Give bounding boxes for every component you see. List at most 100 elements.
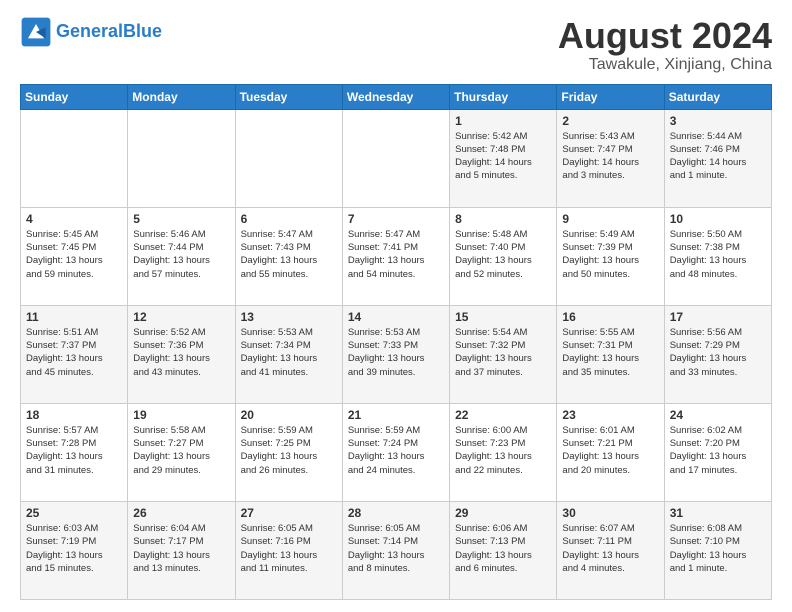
page: GeneralBlue August 2024 Tawakule, Xinjia… xyxy=(0,0,792,612)
calendar-day-header: Monday xyxy=(128,84,235,109)
calendar-cell: 14 Sunrise: 5:53 AM Sunset: 7:33 PM Dayli… xyxy=(342,305,449,403)
calendar-cell: 20Sunrise: 5:59 AM Sunset: 7:25 PM Dayli… xyxy=(235,403,342,501)
day-number: 19 xyxy=(133,408,229,422)
title-block: August 2024 Tawakule, Xinjiang, China xyxy=(558,16,772,74)
calendar-day-header: Friday xyxy=(557,84,664,109)
day-number: 16 xyxy=(562,310,658,324)
day-info: Sunrise: 5:43 AM Sunset: 7:47 PM Dayligh… xyxy=(562,130,658,183)
calendar-week-row: 18 Sunrise: 5:57 AM Sunset: 7:28 PM Dayli… xyxy=(21,403,772,501)
calendar-cell: 12 Sunrise: 5:52 AM Sunset: 7:36 PM Dayli… xyxy=(128,305,235,403)
day-info: Sunrise: 5:53 AM Sunset: 7:34 PM Dayligh… xyxy=(241,326,337,379)
day-info: Sunrise: 5:50 AM Sunset: 7:38 PM Dayligh… xyxy=(670,228,766,281)
calendar-day-header: Tuesday xyxy=(235,84,342,109)
day-info: Sunrise: 5:52 AM Sunset: 7:36 PM Dayligh… xyxy=(133,326,229,379)
day-number: 18 xyxy=(26,408,122,422)
calendar-cell: 11 Sunrise: 5:51 AM Sunset: 7:37 PM Dayli… xyxy=(21,305,128,403)
calendar-week-row: 4 Sunrise: 5:45 AM Sunset: 7:45 PM Daylig… xyxy=(21,207,772,305)
header: GeneralBlue August 2024 Tawakule, Xinjia… xyxy=(20,16,772,74)
day-info: Sunrise: 5:42 AM Sunset: 7:48 PM Dayligh… xyxy=(455,130,551,183)
logo-blue: Blue xyxy=(123,21,162,41)
calendar-day-header: Sunday xyxy=(21,84,128,109)
calendar-cell: 2 Sunrise: 5:43 AM Sunset: 7:47 PM Daylig… xyxy=(557,109,664,207)
day-info: Sunrise: 6:08 AM Sunset: 7:10 PM Dayligh… xyxy=(670,522,766,575)
day-number: 3 xyxy=(670,114,766,128)
day-number: 10 xyxy=(670,212,766,226)
calendar-cell: 3 Sunrise: 5:44 AM Sunset: 7:46 PM Daylig… xyxy=(664,109,771,207)
day-number: 12 xyxy=(133,310,229,324)
day-number: 23 xyxy=(562,408,658,422)
day-number: 26 xyxy=(133,506,229,520)
day-info: Sunrise: 6:05 AM Sunset: 7:14 PM Dayligh… xyxy=(348,522,444,575)
day-info: Sunrise: 5:56 AM Sunset: 7:29 PM Dayligh… xyxy=(670,326,766,379)
calendar-cell: 28 Sunrise: 6:05 AM Sunset: 7:14 PM Dayli… xyxy=(342,501,449,599)
day-number: 22 xyxy=(455,408,551,422)
calendar-cell xyxy=(235,109,342,207)
calendar-cell: 22 Sunrise: 6:00 AM Sunset: 7:23 PM Dayli… xyxy=(450,403,557,501)
day-number: 28 xyxy=(348,506,444,520)
day-info: Sunrise: 5:47 AM Sunset: 7:43 PM Dayligh… xyxy=(241,228,337,281)
calendar-cell: 13 Sunrise: 5:53 AM Sunset: 7:34 PM Dayli… xyxy=(235,305,342,403)
day-info: Sunrise: 6:00 AM Sunset: 7:23 PM Dayligh… xyxy=(455,424,551,477)
day-number: 9 xyxy=(562,212,658,226)
calendar-cell: 23 Sunrise: 6:01 AM Sunset: 7:21 PM Dayli… xyxy=(557,403,664,501)
calendar-day-header: Wednesday xyxy=(342,84,449,109)
day-info: Sunrise: 5:44 AM Sunset: 7:46 PM Dayligh… xyxy=(670,130,766,183)
day-info: Sunrise: 5:54 AM Sunset: 7:32 PM Dayligh… xyxy=(455,326,551,379)
calendar-cell: 4 Sunrise: 5:45 AM Sunset: 7:45 PM Daylig… xyxy=(21,207,128,305)
calendar-cell: 30Sunrise: 6:07 AM Sunset: 7:11 PM Dayli… xyxy=(557,501,664,599)
calendar-cell: 9Sunrise: 5:49 AM Sunset: 7:39 PM Daylig… xyxy=(557,207,664,305)
day-info: Sunrise: 6:04 AM Sunset: 7:17 PM Dayligh… xyxy=(133,522,229,575)
day-number: 7 xyxy=(348,212,444,226)
calendar-cell: 5Sunrise: 5:46 AM Sunset: 7:44 PM Daylig… xyxy=(128,207,235,305)
logo-text: GeneralBlue xyxy=(56,22,162,42)
calendar-cell: 18 Sunrise: 5:57 AM Sunset: 7:28 PM Dayli… xyxy=(21,403,128,501)
day-info: Sunrise: 5:55 AM Sunset: 7:31 PM Dayligh… xyxy=(562,326,658,379)
day-number: 4 xyxy=(26,212,122,226)
day-number: 8 xyxy=(455,212,551,226)
day-number: 2 xyxy=(562,114,658,128)
calendar-cell: 1Sunrise: 5:42 AM Sunset: 7:48 PM Daylig… xyxy=(450,109,557,207)
calendar-week-row: 1Sunrise: 5:42 AM Sunset: 7:48 PM Daylig… xyxy=(21,109,772,207)
calendar-cell: 26 Sunrise: 6:04 AM Sunset: 7:17 PM Dayli… xyxy=(128,501,235,599)
day-info: Sunrise: 6:01 AM Sunset: 7:21 PM Dayligh… xyxy=(562,424,658,477)
calendar-cell xyxy=(128,109,235,207)
logo: GeneralBlue xyxy=(20,16,162,48)
day-number: 14 xyxy=(348,310,444,324)
day-info: Sunrise: 5:57 AM Sunset: 7:28 PM Dayligh… xyxy=(26,424,122,477)
calendar-cell: 6Sunrise: 5:47 AM Sunset: 7:43 PM Daylig… xyxy=(235,207,342,305)
logo-icon xyxy=(20,16,52,48)
day-number: 25 xyxy=(26,506,122,520)
calendar-week-row: 25 Sunrise: 6:03 AM Sunset: 7:19 PM Dayli… xyxy=(21,501,772,599)
day-number: 5 xyxy=(133,212,229,226)
day-info: Sunrise: 6:06 AM Sunset: 7:13 PM Dayligh… xyxy=(455,522,551,575)
day-info: Sunrise: 5:47 AM Sunset: 7:41 PM Dayligh… xyxy=(348,228,444,281)
calendar-day-header: Thursday xyxy=(450,84,557,109)
day-info: Sunrise: 5:45 AM Sunset: 7:45 PM Dayligh… xyxy=(26,228,122,281)
calendar-cell xyxy=(342,109,449,207)
day-number: 13 xyxy=(241,310,337,324)
calendar-week-row: 11 Sunrise: 5:51 AM Sunset: 7:37 PM Dayli… xyxy=(21,305,772,403)
calendar-cell: 8 Sunrise: 5:48 AM Sunset: 7:40 PM Daylig… xyxy=(450,207,557,305)
day-number: 29 xyxy=(455,506,551,520)
calendar-cell: 25 Sunrise: 6:03 AM Sunset: 7:19 PM Dayli… xyxy=(21,501,128,599)
day-info: Sunrise: 5:48 AM Sunset: 7:40 PM Dayligh… xyxy=(455,228,551,281)
logo-general: General xyxy=(56,21,123,41)
sub-title: Tawakule, Xinjiang, China xyxy=(558,56,772,74)
day-info: Sunrise: 6:03 AM Sunset: 7:19 PM Dayligh… xyxy=(26,522,122,575)
day-number: 21 xyxy=(348,408,444,422)
day-number: 31 xyxy=(670,506,766,520)
day-info: Sunrise: 5:53 AM Sunset: 7:33 PM Dayligh… xyxy=(348,326,444,379)
calendar-cell: 16 Sunrise: 5:55 AM Sunset: 7:31 PM Dayli… xyxy=(557,305,664,403)
calendar-cell: 29 Sunrise: 6:06 AM Sunset: 7:13 PM Dayli… xyxy=(450,501,557,599)
day-number: 30 xyxy=(562,506,658,520)
day-number: 11 xyxy=(26,310,122,324)
day-number: 15 xyxy=(455,310,551,324)
day-info: Sunrise: 6:02 AM Sunset: 7:20 PM Dayligh… xyxy=(670,424,766,477)
calendar-cell: 19Sunrise: 5:58 AM Sunset: 7:27 PM Dayli… xyxy=(128,403,235,501)
day-number: 17 xyxy=(670,310,766,324)
day-info: Sunrise: 6:05 AM Sunset: 7:16 PM Dayligh… xyxy=(241,522,337,575)
day-info: Sunrise: 5:51 AM Sunset: 7:37 PM Dayligh… xyxy=(26,326,122,379)
day-number: 27 xyxy=(241,506,337,520)
calendar-cell: 24Sunrise: 6:02 AM Sunset: 7:20 PM Dayli… xyxy=(664,403,771,501)
calendar-cell: 27 Sunrise: 6:05 AM Sunset: 7:16 PM Dayli… xyxy=(235,501,342,599)
